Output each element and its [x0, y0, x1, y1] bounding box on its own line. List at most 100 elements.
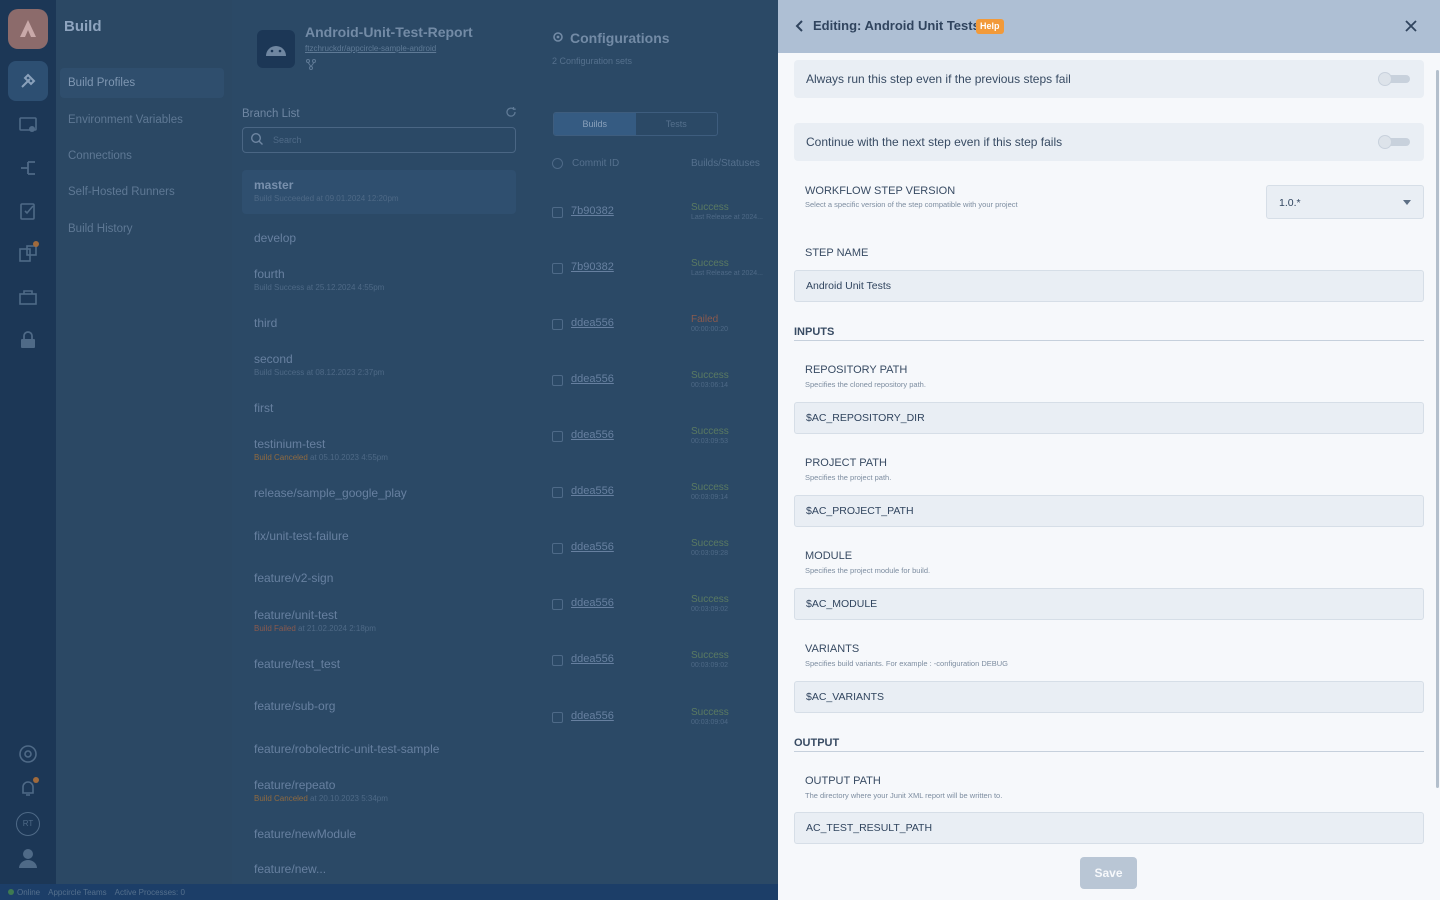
icon-rail: RT — [0, 0, 56, 884]
help-center-icon[interactable] — [16, 742, 40, 766]
branch-item[interactable]: second Build Success at 08.12.2023 2:37pm — [242, 352, 516, 377]
commit-id-link[interactable]: ddea556 — [571, 541, 614, 553]
row-checkbox[interactable] — [552, 599, 563, 610]
row-checkbox[interactable] — [552, 375, 563, 386]
testing-distribution-icon[interactable] — [16, 199, 40, 223]
module-hint: Specifies the project module for build. — [805, 566, 931, 575]
branch-search-input[interactable]: Search — [242, 127, 516, 153]
branch-item[interactable]: fourth Build Success at 25.12.2024 4:55pm — [242, 267, 516, 292]
build-hammer-icon[interactable] — [8, 61, 48, 101]
signing-identities-icon[interactable] — [16, 113, 40, 137]
continue-toggle[interactable] — [1378, 135, 1410, 149]
commit-id-link[interactable]: ddea556 — [571, 597, 614, 609]
build-status-date: at 09.01.2024 12:20pm — [314, 194, 399, 203]
branch-item[interactable]: feature/new... — [242, 862, 516, 876]
row-checkbox[interactable] — [552, 431, 563, 442]
enterprise-store-icon[interactable] — [16, 285, 40, 309]
menu-item-build-profiles[interactable]: Build Profiles — [60, 68, 224, 98]
branch-build-status: Build Success at 25.12.2024 4:55pm — [254, 283, 516, 292]
drawer-scrollbar[interactable] — [1436, 70, 1439, 788]
branch-item[interactable]: first — [242, 401, 516, 415]
save-button[interactable]: Save — [1080, 857, 1137, 889]
online-label: Online — [17, 887, 41, 897]
enterprise-app-store-lock-icon[interactable] — [16, 328, 40, 352]
build-status: Success — [691, 650, 729, 661]
table-row[interactable]: ddea556 Success 00:03:09:02 — [552, 649, 778, 705]
commit-id-link[interactable]: ddea556 — [571, 653, 614, 665]
branch-item[interactable]: feature/v2-sign — [242, 571, 516, 585]
distribution-icon[interactable] — [16, 156, 40, 180]
table-row[interactable]: ddea556 Success 00:03:06:14 — [552, 369, 778, 425]
close-icon[interactable] — [1402, 17, 1420, 35]
commit-id-link[interactable]: ddea556 — [571, 710, 614, 722]
table-row[interactable]: ddea556 Success 00:03:09:02 — [552, 593, 778, 649]
branch-item[interactable]: third — [242, 316, 516, 330]
row-checkbox[interactable] — [552, 543, 563, 554]
branch-item[interactable]: testinium-test Build Canceled at 05.10.20… — [242, 437, 516, 462]
menu-item-build-history[interactable]: Build History — [60, 214, 224, 244]
menu-item-self-hosted-runners[interactable]: Self-Hosted Runners — [60, 177, 224, 207]
row-checkbox[interactable] — [552, 207, 563, 218]
row-checkbox[interactable] — [552, 319, 563, 330]
row-checkbox[interactable] — [552, 712, 563, 723]
menu-item-environment-variables[interactable]: Environment Variables — [60, 105, 224, 135]
version-select[interactable]: 1.0.* — [1266, 185, 1424, 219]
build-status-date: at 20.10.2023 5:34pm — [307, 794, 388, 803]
branch-item[interactable]: feature/sub-org — [242, 699, 516, 713]
commit-id-link[interactable]: ddea556 — [571, 429, 614, 441]
active-processes[interactable]: Active Processes: 0 — [115, 888, 185, 897]
branch-item[interactable]: feature/robolectric-unit-test-sample — [242, 742, 516, 756]
branch-item[interactable]: feature/test_test — [242, 657, 516, 671]
publish-icon[interactable] — [16, 241, 40, 265]
branch-name: feature/new... — [254, 862, 327, 876]
configurations-title: Configurations — [552, 30, 670, 46]
branch-item[interactable]: master Build Succeeded at 09.01.2024 12:2… — [242, 170, 516, 214]
project-path-field[interactable]: $AC_PROJECT_PATH — [794, 495, 1424, 527]
table-row[interactable]: ddea556 Success 00:03:09:14 — [552, 481, 778, 537]
table-row[interactable]: 7b90382 Success Last Release at 2024... — [552, 201, 778, 257]
avatar[interactable]: RT — [16, 812, 40, 836]
always-run-toggle[interactable] — [1378, 72, 1410, 86]
build-status-detail: 00:03:09:53 — [691, 438, 728, 445]
row-checkbox[interactable] — [552, 487, 563, 498]
help-badge[interactable]: Help — [976, 19, 1004, 34]
appcircle-logo[interactable] — [8, 9, 48, 49]
back-chevron-icon[interactable] — [792, 18, 806, 34]
variants-field[interactable]: $AC_VARIANTS — [794, 681, 1424, 713]
refresh-icon[interactable] — [505, 106, 517, 121]
tab-tests[interactable]: Tests — [636, 113, 718, 135]
branch-item[interactable]: develop — [242, 231, 516, 245]
branch-item[interactable]: release/sample_google_play — [242, 486, 516, 500]
tab-builds[interactable]: Builds — [554, 113, 636, 135]
branch-item[interactable]: fix/unit-test-failure — [242, 529, 516, 543]
menu-item-connections[interactable]: Connections — [60, 141, 224, 171]
commit-id-link[interactable]: 7b90382 — [571, 261, 614, 273]
commit-id-link[interactable]: ddea556 — [571, 485, 614, 497]
column-builds-statuses: Builds/Statuses — [691, 158, 760, 169]
row-checkbox[interactable] — [552, 263, 563, 274]
step-name-field[interactable]: Android Unit Tests — [794, 270, 1424, 302]
repository-path-field[interactable]: $AC_REPOSITORY_DIR — [794, 402, 1424, 434]
notifications-bell-icon[interactable] — [16, 776, 40, 800]
repository-link[interactable]: ftzchruckdr/appcircle-sample-android — [305, 44, 436, 53]
table-row[interactable]: 7b90382 Success Last Release at 2024... — [552, 257, 778, 313]
commit-id-link[interactable]: ddea556 — [571, 317, 614, 329]
branch-item[interactable]: feature/repeato Build Canceled at 20.10.2… — [242, 778, 516, 803]
commit-id-link[interactable]: 7b90382 — [571, 205, 614, 217]
table-row[interactable]: ddea556 Success 00:03:09:53 — [552, 425, 778, 481]
table-row[interactable]: ddea556 Success 00:03:09:04 — [552, 706, 778, 762]
output-path-hint: The directory where your Junit XML repor… — [805, 791, 1003, 800]
always-run-row: Always run this step even if the previou… — [794, 60, 1424, 98]
branch-item[interactable]: feature/unit-test Build Failed at 21.02.2… — [242, 608, 516, 633]
build-status: Success — [691, 258, 729, 269]
user-profile-icon[interactable] — [16, 846, 40, 870]
row-checkbox[interactable] — [552, 655, 563, 666]
teams-selector[interactable]: Appcircle Teams — [48, 888, 107, 897]
module-field[interactable]: $AC_MODULE — [794, 588, 1424, 620]
table-row[interactable]: ddea556 Failed 00:00:00:20 — [552, 313, 778, 369]
commit-id-link[interactable]: ddea556 — [571, 373, 614, 385]
output-path-field[interactable]: AC_TEST_RESULT_PATH — [794, 812, 1424, 844]
branch-item[interactable]: feature/newModule — [242, 827, 516, 841]
table-row[interactable]: ddea556 Success 00:03:09:28 — [552, 537, 778, 593]
select-all-checkbox[interactable] — [552, 158, 563, 169]
